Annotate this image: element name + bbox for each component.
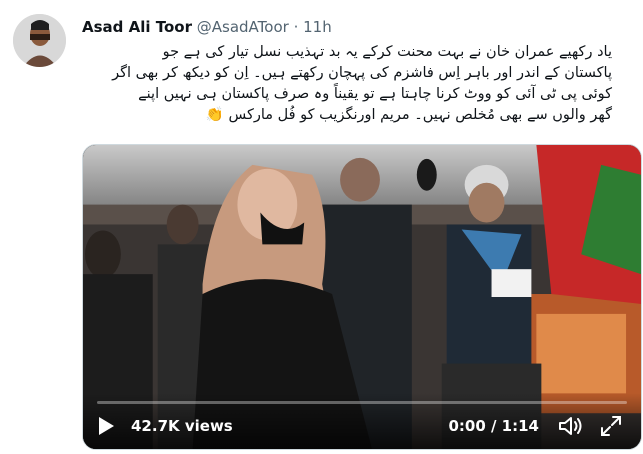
view-count: 42.7K views xyxy=(131,417,233,435)
volume-icon[interactable] xyxy=(557,414,583,438)
video-progress-bar[interactable] xyxy=(97,401,627,404)
avatar[interactable] xyxy=(13,14,66,67)
video-player[interactable]: 42.7K views 0:00 / 1:14 xyxy=(82,144,642,450)
tweet-text: یاد رکھیے عمران خان نے بہت محنت کرکے یہ … xyxy=(82,42,612,126)
tweet-text-line: پاکستان کے اندر اور باہر اِس فاشزم کی پہ… xyxy=(112,65,612,81)
tweet-header: Asad Ali Toor @AsadAToor · 11h xyxy=(82,18,332,36)
fullscreen-icon[interactable] xyxy=(599,414,623,438)
tweet-text-line: کوئی پی ٹی آئی کو ووٹ کرنا چاہتا ہے تو ی… xyxy=(138,86,612,102)
video-timecode: 0:00 / 1:14 xyxy=(448,417,539,435)
separator-dot: · xyxy=(293,18,299,36)
author-name[interactable]: Asad Ali Toor xyxy=(82,18,192,36)
tweet-text-line: گھر والوں سے بھی مُخلص نہیں۔ مریم اورنگز… xyxy=(205,107,612,123)
video-controls: 42.7K views 0:00 / 1:14 xyxy=(83,393,641,449)
tweet-text-line: یاد رکھیے عمران خان نے بہت محنت کرکے یہ … xyxy=(162,44,612,60)
play-icon[interactable] xyxy=(99,417,114,435)
tweet-card[interactable]: Asad Ali Toor @AsadAToor · 11h یاد رکھیے… xyxy=(0,0,643,454)
tweet-timestamp[interactable]: 11h xyxy=(303,18,332,36)
author-handle[interactable]: @AsadAToor xyxy=(197,18,289,36)
